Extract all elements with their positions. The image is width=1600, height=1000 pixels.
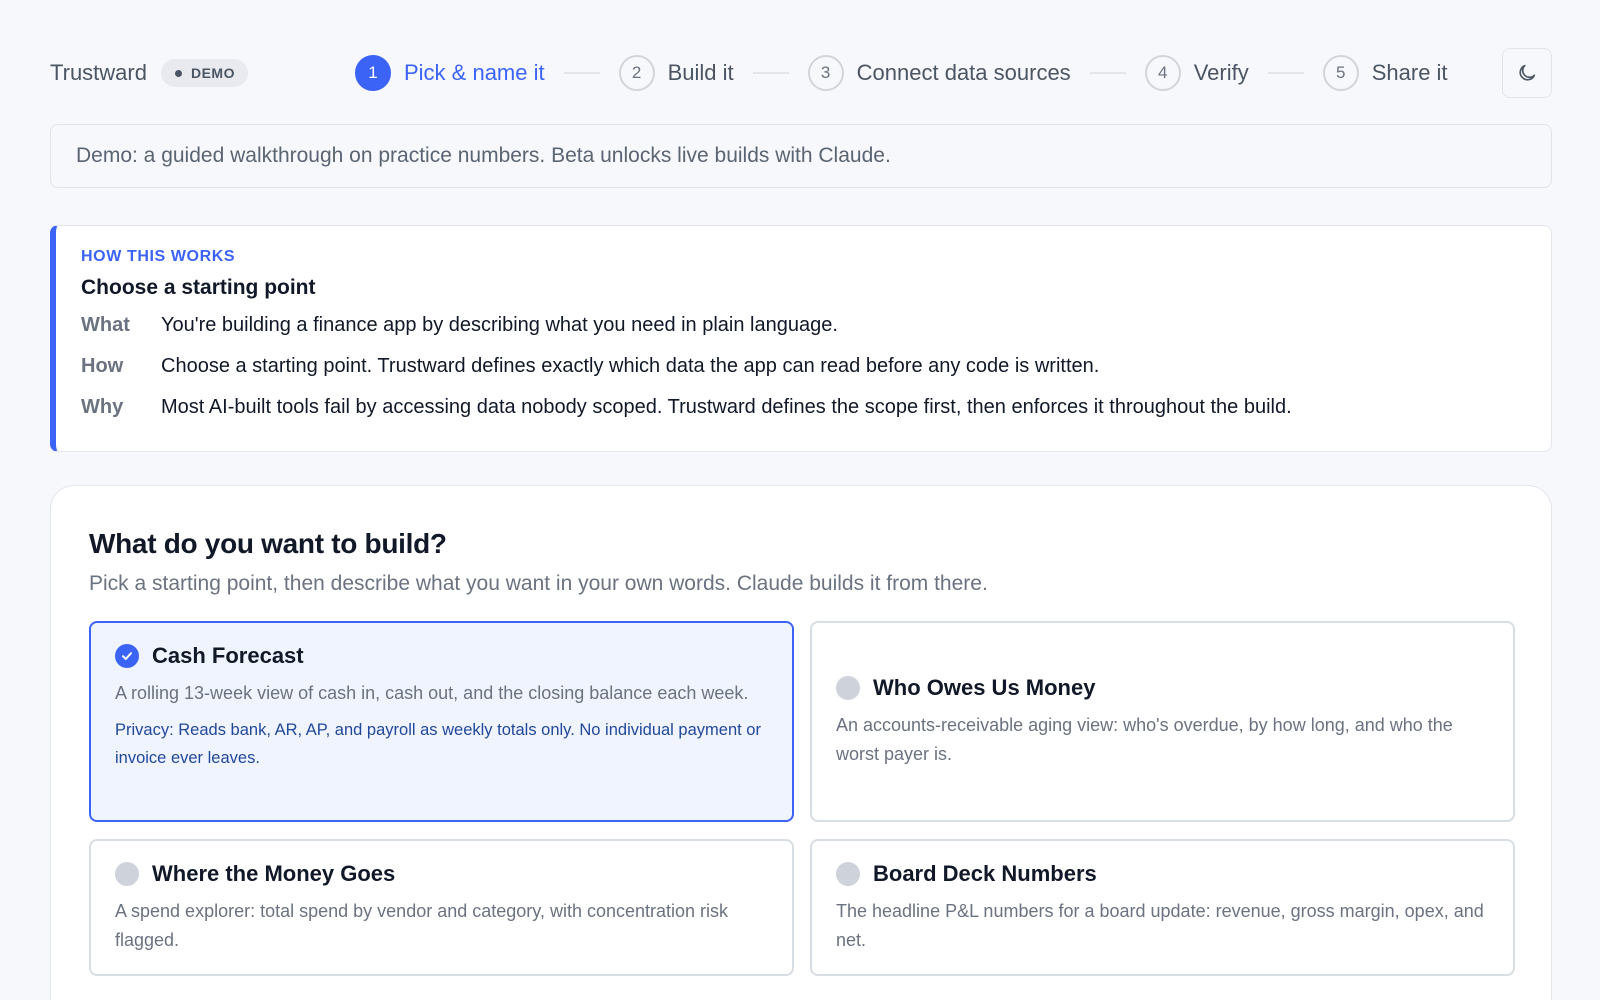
how-key: How <box>81 355 124 377</box>
step-connector <box>1089 72 1126 74</box>
option-who-owes-us-money[interactable]: Who Owes Us Money An accounts-receivable… <box>810 621 1515 822</box>
radio-unchecked-icon[interactable] <box>836 861 860 886</box>
option-header: Who Owes Us Money <box>836 675 1489 701</box>
how-title: Choose a starting point <box>81 276 316 299</box>
demo-banner-text: Demo: a guided walkthrough on practice n… <box>76 144 891 167</box>
option-title: Cash Forecast <box>152 643 304 668</box>
step-label: Connect data sources <box>856 60 1071 85</box>
how-rows: What You're building a finance app by de… <box>81 314 1551 437</box>
option-description: An accounts-receivable aging view: who's… <box>836 714 1453 764</box>
demo-banner: Demo: a guided walkthrough on practice n… <box>50 124 1552 188</box>
step-number: 5 <box>1322 55 1359 91</box>
option-description: A rolling 13-week view of cash in, cash … <box>115 683 749 703</box>
how-this-works-card: HOW THIS WORKS Choose a starting point W… <box>50 225 1552 452</box>
top-bar: Trustward DEMO 1 Pick & name it 2 Build … <box>50 48 1552 98</box>
how-value: Choose a starting point. Trustward defin… <box>161 355 1100 377</box>
option-title: Board Deck Numbers <box>873 860 1097 886</box>
step-connect-data[interactable]: 3 Connect data sources <box>807 55 1071 91</box>
step-verify[interactable]: 4 Verify <box>1144 55 1249 91</box>
step-number: 1 <box>355 55 391 91</box>
step-label: Verify <box>1193 60 1249 85</box>
how-row-what: What You're building a finance app by de… <box>81 314 1551 355</box>
option-description: The headline P&L numbers for a board upd… <box>836 900 1484 950</box>
step-label: Build it <box>667 60 734 85</box>
step-connector <box>1267 72 1304 74</box>
checkmark-icon <box>122 652 132 660</box>
build-subtitle: Pick a starting point, then describe wha… <box>89 572 988 595</box>
stepper: 1 Pick & name it 2 Build it 3 Connect da… <box>355 55 1448 91</box>
moon-icon <box>1519 64 1536 81</box>
step-connector <box>752 72 789 74</box>
how-eyebrow: HOW THIS WORKS <box>81 248 236 265</box>
radio-checked-icon[interactable] <box>115 644 139 668</box>
demo-badge-label: DEMO <box>190 65 235 81</box>
brand: Trustward DEMO <box>50 59 248 87</box>
option-title: Where the Money Goes <box>152 860 396 886</box>
step-label: Pick & name it <box>404 60 545 85</box>
how-row-how: How Choose a starting point. Trustward d… <box>81 355 1551 396</box>
how-value: Most AI-built tools fail by accessing da… <box>161 396 1292 418</box>
option-description: A spend explorer: total spend by vendor … <box>115 900 729 950</box>
how-key: What <box>81 314 130 336</box>
option-header: Where the Money Goes <box>115 861 768 887</box>
demo-badge: DEMO <box>160 59 248 87</box>
radio-unchecked-icon[interactable] <box>115 861 139 886</box>
step-pick-name[interactable]: 1 Pick & name it <box>355 55 545 91</box>
option-header: Board Deck Numbers <box>836 861 1489 887</box>
how-row-why: Why Most AI-built tools fail by accessin… <box>81 396 1551 437</box>
how-value: You're building a finance app by describ… <box>161 314 838 336</box>
option-where-the-money-goes[interactable]: Where the Money Goes A spend explorer: t… <box>89 839 794 976</box>
option-board-deck-numbers[interactable]: Board Deck Numbers The headline P&L numb… <box>810 839 1515 976</box>
radio-unchecked-icon[interactable] <box>836 675 860 700</box>
starting-point-options: Cash Forecast A rolling 13-week view of … <box>89 621 1515 976</box>
dot-icon <box>174 69 182 77</box>
option-cash-forecast[interactable]: Cash Forecast A rolling 13-week view of … <box>89 621 794 822</box>
build-card: What do you want to build? Pick a starti… <box>50 485 1552 1000</box>
step-label: Share it <box>1371 60 1448 85</box>
build-title: What do you want to build? <box>89 528 447 559</box>
theme-toggle-button[interactable] <box>1502 48 1552 98</box>
step-share[interactable]: 5 Share it <box>1322 55 1448 91</box>
option-header: Cash Forecast <box>115 643 768 669</box>
how-key: Why <box>81 396 124 418</box>
option-privacy-note: Privacy: Reads bank, AR, AP, and payroll… <box>115 721 761 767</box>
brand-name: Trustward <box>50 60 147 85</box>
option-title: Who Owes Us Money <box>873 674 1096 700</box>
step-number: 2 <box>618 55 655 91</box>
step-connector <box>563 72 600 74</box>
step-number: 4 <box>1144 55 1181 91</box>
step-number: 3 <box>807 55 844 91</box>
step-build[interactable]: 2 Build it <box>618 55 734 91</box>
